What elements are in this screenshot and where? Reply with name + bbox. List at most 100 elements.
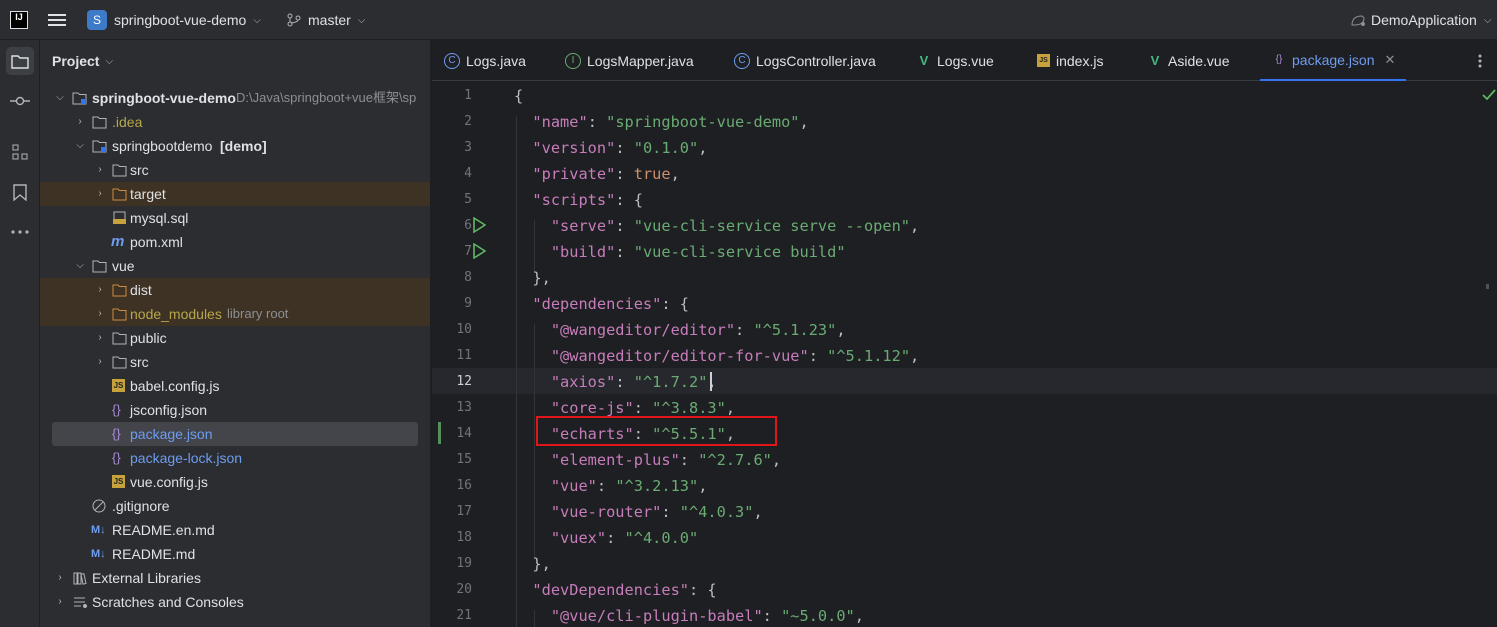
tree-item-src[interactable]: › src bbox=[40, 158, 430, 182]
code-line[interactable]: "vuex": "^4.0.0" bbox=[514, 525, 698, 551]
project-panel-title: Project bbox=[52, 53, 100, 69]
tree-item-readme-en[interactable]: M↓ README.en.md bbox=[40, 518, 430, 542]
line-number: 5 bbox=[464, 192, 472, 207]
js-file-icon: JS bbox=[112, 475, 125, 488]
tree-item-target[interactable]: › target bbox=[40, 182, 430, 206]
code-line[interactable]: "version": "0.1.0", bbox=[514, 135, 707, 161]
structure-tool-icon[interactable] bbox=[6, 138, 34, 166]
tree-item-public[interactable]: › public bbox=[40, 326, 430, 350]
tab-logsmapper-java[interactable]: I LogsMapper.java bbox=[565, 40, 694, 81]
java-class-icon: C bbox=[734, 52, 750, 69]
project-panel-header[interactable]: Project ⌵ bbox=[52, 50, 113, 72]
code-line[interactable]: { bbox=[514, 83, 523, 109]
bookmarks-tool-icon[interactable] bbox=[6, 178, 34, 206]
code-line[interactable]: "@wangeditor/editor-for-vue": "^5.1.12", bbox=[514, 343, 919, 369]
chevron-down-icon[interactable]: ⌵ bbox=[54, 86, 66, 110]
tab-package-json[interactable]: {} package.json ✕ bbox=[1260, 40, 1406, 81]
tree-item-node-modules[interactable]: › node_modules library root bbox=[40, 302, 430, 326]
code-token: "^3.8.3" bbox=[652, 399, 726, 417]
code-token: , bbox=[725, 399, 736, 417]
chevron-right-icon[interactable]: › bbox=[54, 590, 66, 614]
main-menu-icon[interactable] bbox=[48, 0, 66, 40]
folder-icon bbox=[112, 356, 127, 369]
chevron-right-icon[interactable]: › bbox=[94, 182, 106, 206]
tree-item-package-json[interactable]: {} package.json bbox=[52, 422, 418, 446]
code-line[interactable]: }, bbox=[514, 551, 550, 577]
commit-tool-icon[interactable] bbox=[6, 87, 34, 115]
tab-index-js[interactable]: JS index.js bbox=[1037, 40, 1103, 81]
code-line[interactable]: "@vue/cli-plugin-babel": "~5.0.0", bbox=[514, 603, 864, 627]
chevron-right-icon[interactable]: › bbox=[94, 302, 106, 326]
chevron-right-icon[interactable]: › bbox=[94, 158, 106, 182]
line-number: 17 bbox=[456, 504, 472, 519]
chevron-right-icon[interactable]: › bbox=[94, 326, 106, 350]
library-icon bbox=[73, 572, 87, 585]
code-token: "~5.0.0" bbox=[781, 607, 855, 625]
close-icon[interactable]: ✕ bbox=[1385, 52, 1396, 68]
tree-item-mysql-sql[interactable]: mysql.sql bbox=[40, 206, 430, 230]
tree-item-vue-config[interactable]: JS vue.config.js bbox=[40, 470, 430, 494]
tree-item-babel-config[interactable]: JS babel.config.js bbox=[40, 374, 430, 398]
intellij-logo-icon[interactable]: IJ bbox=[10, 0, 28, 40]
code-line[interactable]: "dependencies": { bbox=[514, 291, 689, 317]
line-number: 7 bbox=[464, 244, 472, 259]
chevron-right-icon[interactable]: › bbox=[74, 110, 86, 134]
tab-logs-java[interactable]: C Logs.java bbox=[444, 40, 526, 81]
chevron-down-icon[interactable]: ⌵ bbox=[74, 134, 86, 158]
tree-item-scratches[interactable]: › Scratches and Consoles bbox=[40, 590, 430, 614]
tree-item-jsconfig[interactable]: {} jsconfig.json bbox=[40, 398, 430, 422]
tree-item-package-lock-json[interactable]: {} package-lock.json bbox=[40, 446, 430, 470]
tree-item-external-libraries[interactable]: › External Libraries bbox=[40, 566, 430, 590]
scrollbar-marker[interactable] bbox=[1486, 284, 1489, 289]
tree-item-readme[interactable]: M↓ README.md bbox=[40, 542, 430, 566]
code-line[interactable]: }, bbox=[514, 265, 550, 291]
tree-item-springboot-vue-demo[interactable]: ⌵ springboot-vue-demo D:\Java\springboot… bbox=[40, 86, 430, 110]
line-number: 12 bbox=[456, 374, 472, 389]
run-script-icon[interactable] bbox=[472, 217, 486, 233]
tree-item-dist[interactable]: › dist bbox=[40, 278, 430, 302]
chevron-down-icon[interactable]: ⌵ bbox=[74, 254, 86, 278]
tree-item-vue[interactable]: ⌵ vue bbox=[40, 254, 430, 278]
tree-item-gitignore[interactable]: .gitignore bbox=[40, 494, 430, 518]
tab-aside-vue[interactable]: V Aside.vue bbox=[1148, 40, 1230, 81]
code-line[interactable]: "vue-router": "^4.0.3", bbox=[514, 499, 763, 525]
branch-switcher[interactable]: master ⌵ bbox=[287, 0, 365, 40]
code-token: "element-plus" bbox=[550, 451, 680, 469]
tab-options-icon[interactable] bbox=[1478, 40, 1482, 81]
code-line[interactable]: "axios": "^1.7.2", bbox=[514, 369, 717, 395]
tree-item-springbootdemo[interactable]: ⌵ springbootdemo [demo] bbox=[40, 134, 430, 158]
code-token: : bbox=[615, 243, 634, 261]
no-problems-check-icon[interactable] bbox=[1482, 89, 1496, 101]
line-number: 2 bbox=[464, 114, 472, 129]
tab-logscontroller-java[interactable]: C LogsController.java bbox=[734, 40, 876, 81]
code-token: "scripts" bbox=[532, 191, 616, 209]
run-configuration-selector[interactable]: DemoApplication ⌵ bbox=[1350, 0, 1491, 40]
code-line[interactable]: "@wangeditor/editor": "^5.1.23", bbox=[514, 317, 846, 343]
code-token: : bbox=[808, 347, 828, 365]
code-line[interactable]: "serve": "vue-cli-service serve --open", bbox=[514, 213, 919, 239]
code-line[interactable]: "name": "springboot-vue-demo", bbox=[514, 109, 808, 135]
chevron-right-icon[interactable]: › bbox=[94, 278, 106, 302]
tree-item-pom-xml[interactable]: m pom.xml bbox=[40, 230, 430, 254]
more-tools-icon[interactable] bbox=[6, 218, 34, 246]
tab-logs-vue[interactable]: V Logs.vue bbox=[917, 40, 994, 81]
tree-item-idea[interactable]: › .idea bbox=[40, 110, 430, 134]
code-line[interactable]: "private": true, bbox=[514, 161, 679, 187]
chevron-right-icon[interactable]: › bbox=[94, 350, 106, 374]
tree-item-label: jsconfig.json bbox=[130, 402, 208, 418]
code-line[interactable]: "scripts": { bbox=[514, 187, 643, 213]
tree-item-vue-src[interactable]: › src bbox=[40, 350, 430, 374]
run-script-icon[interactable] bbox=[472, 243, 486, 259]
project-panel: Project ⌵ ⌵ springboot-vue-demo D:\Java\… bbox=[40, 40, 430, 627]
code-line[interactable]: "element-plus": "^2.7.6", bbox=[514, 447, 781, 473]
tab-label: Logs.vue bbox=[937, 52, 994, 69]
code-line[interactable]: "build": "vue-cli-service build" bbox=[514, 239, 846, 265]
project-switcher[interactable]: S springboot-vue-demo ⌵ bbox=[87, 0, 261, 40]
code-line[interactable]: "vue": "^3.2.13", bbox=[514, 473, 708, 499]
chevron-right-icon[interactable]: › bbox=[54, 566, 66, 590]
json-file-icon: {} bbox=[112, 450, 121, 465]
vcs-change-marker[interactable] bbox=[438, 422, 441, 444]
project-tool-icon[interactable] bbox=[6, 47, 34, 75]
code-line[interactable]: "devDependencies": { bbox=[514, 577, 716, 603]
tab-label: index.js bbox=[1056, 52, 1104, 69]
